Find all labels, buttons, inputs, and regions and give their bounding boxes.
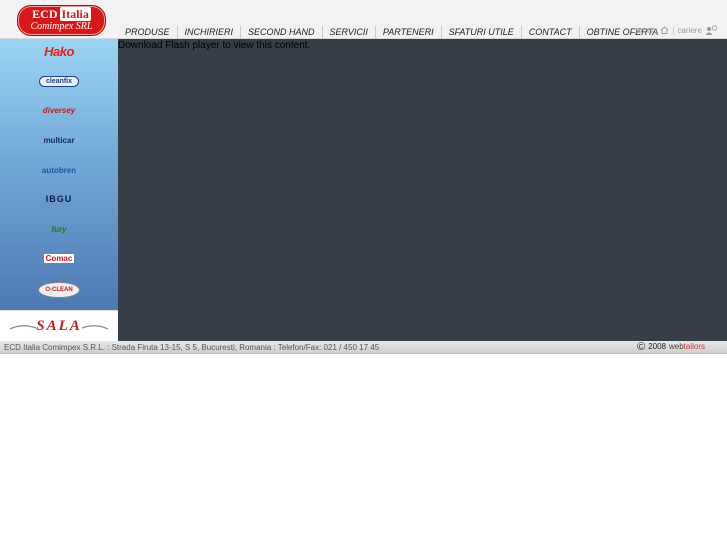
brand-sidebar: Hako cleanfix diversey multicar autobren… bbox=[0, 39, 118, 310]
page-footer: ECD Italia Comimpex S.R.L. : Strada Firu… bbox=[0, 341, 727, 354]
sala-swoosh-icon-right bbox=[81, 324, 108, 330]
home-link[interactable]: acasa bbox=[636, 26, 657, 35]
nav-parteneri[interactable]: PARTENERI bbox=[376, 26, 442, 38]
main-navigation: PRODUSE INCHIRIERI SECOND HAND SERVICII … bbox=[118, 26, 665, 38]
flash-player-message[interactable]: Download Flash player to view this conte… bbox=[118, 39, 310, 52]
brand-comac[interactable]: Comac bbox=[0, 246, 118, 270]
fury-logo: fury bbox=[51, 224, 67, 234]
nav-servicii[interactable]: SERVICII bbox=[323, 26, 376, 38]
careers-link[interactable]: cariere bbox=[677, 26, 701, 35]
brand-ibgu[interactable]: IBGU bbox=[0, 187, 118, 211]
brand-multicar[interactable]: multicar bbox=[0, 128, 118, 152]
multicar-logo: multicar bbox=[43, 135, 75, 145]
nav-contact[interactable]: CONTACT bbox=[522, 26, 580, 38]
copyright-notice[interactable]: © 2008 webtailors bbox=[637, 341, 705, 353]
diversey-logo: diversey bbox=[42, 105, 76, 115]
brand-fury[interactable]: fury bbox=[0, 217, 118, 241]
brand-hako[interactable]: Hako bbox=[0, 39, 118, 63]
webtailors-brand-a: web bbox=[668, 342, 684, 351]
hako-logo: Hako bbox=[44, 43, 74, 59]
sala-swoosh-icon bbox=[10, 324, 37, 330]
ibgu-logo: IBGU bbox=[45, 194, 73, 204]
people-icon[interactable] bbox=[705, 25, 718, 35]
brand-cleanfix[interactable]: cleanfix bbox=[0, 69, 118, 93]
nav-inchirieri[interactable]: INCHIRIERI bbox=[178, 26, 242, 38]
utility-links: acasa | cariere bbox=[636, 25, 718, 35]
home-icon[interactable] bbox=[660, 26, 669, 34]
nav-sfaturi-utile[interactable]: SFATURI UTILE bbox=[442, 26, 522, 38]
cleanfix-logo: cleanfix bbox=[38, 75, 80, 87]
flash-content-area[interactable]: Download Flash player to view this conte… bbox=[118, 39, 727, 341]
nav-produse[interactable]: PRODUSE bbox=[118, 26, 178, 38]
brand-diversey[interactable]: diversey bbox=[0, 98, 118, 122]
webtailors-brand-b: tailors bbox=[683, 342, 705, 351]
sala-logo: SALA bbox=[36, 318, 82, 334]
autobren-logo: autobren bbox=[41, 165, 77, 175]
logo-text-italia: Italia bbox=[59, 7, 91, 21]
utility-separator: | bbox=[672, 25, 675, 35]
brand-o-clean[interactable]: O-CLEAN bbox=[0, 278, 118, 302]
copyright-year: 2008 bbox=[648, 342, 666, 351]
nav-second-hand[interactable]: SECOND HAND bbox=[241, 26, 323, 38]
logo-text-comimpex: Comimpex SRL bbox=[30, 21, 93, 32]
o-clean-logo: O-CLEAN bbox=[38, 282, 80, 298]
ecd-italia-logo[interactable]: ECD Italia Comimpex SRL bbox=[17, 5, 106, 36]
company-address: ECD Italia Comimpex S.R.L. : Strada Firu… bbox=[4, 343, 380, 352]
brand-sala[interactable]: SALA bbox=[0, 310, 118, 342]
copyright-icon: © bbox=[637, 341, 646, 353]
logo-text-ecd: ECD bbox=[32, 7, 58, 21]
comac-logo: Comac bbox=[43, 253, 75, 263]
top-header-bar: ECD Italia Comimpex SRL PRODUSE INCHIRIER… bbox=[0, 0, 727, 39]
brand-autobren[interactable]: autobren bbox=[0, 158, 118, 182]
